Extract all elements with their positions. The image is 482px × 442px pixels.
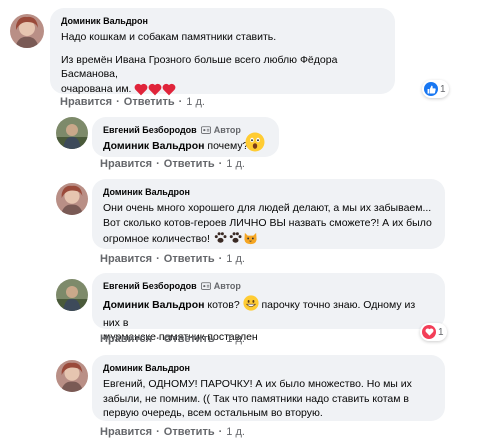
comment-text-line: огромное количество!	[103, 233, 210, 245]
comment-author[interactable]: Доминик Вальдрон	[103, 186, 434, 198]
separator: ·	[156, 333, 160, 345]
comment-author[interactable]: Доминик Вальдрон	[103, 362, 434, 374]
separator: ·	[218, 426, 223, 438]
comment-text-line: очарована им.	[61, 82, 132, 95]
comment-text-line: Евгений, ОДНОМУ! ПАРОЧКУ! А их было множ…	[103, 378, 412, 390]
comment-actions: Нравится · Ответить · 1 д.	[100, 157, 245, 171]
separator: ·	[156, 426, 160, 438]
author-badge: Автор	[200, 280, 241, 292]
comment-text: Они очень много хорошего для людей делаю…	[103, 201, 434, 250]
author-badge-label: Автор	[213, 125, 241, 135]
separator: ·	[156, 253, 160, 265]
comment-text: Из времён Ивана Грозного больше всего лю…	[61, 53, 384, 101]
author-badge: Автор	[200, 124, 241, 136]
comment-bubble: Доминик Вальдрон Они очень много хорошег…	[92, 179, 445, 249]
separator: ·	[218, 333, 223, 345]
author-badge-icon	[200, 125, 211, 134]
comment-text: Евгений, ОДНОМУ! ПАРОЧКУ! А их было множ…	[103, 377, 434, 421]
avatar-evgeny[interactable]	[56, 117, 88, 149]
like-button[interactable]: Нравится	[100, 252, 152, 266]
comment-text: Надо кошкам и собакам памятники ставить.	[61, 31, 277, 43]
comment-bubble: Доминик Вальдрон Надо кошкам и собакам п…	[50, 8, 395, 95]
mention-link[interactable]: Доминик Вальдрон	[103, 140, 204, 152]
reply-button[interactable]: Ответить	[164, 425, 215, 439]
avatar-dominik[interactable]	[56, 360, 88, 392]
reply-button[interactable]: Ответить	[164, 252, 215, 266]
comment-author[interactable]: Доминик Вальдрон	[61, 15, 384, 27]
paw-prints-icon	[228, 230, 243, 250]
comment-author-line: Евгений Безбородов Автор	[103, 124, 268, 136]
reaction-count: 1	[440, 83, 446, 95]
comment-actions: Нравится · Ответить · 1 д.	[100, 425, 245, 439]
author-badge-label: Автор	[213, 281, 241, 291]
like-button[interactable]: Нравится	[100, 332, 152, 346]
like-button[interactable]: Нравится	[60, 95, 112, 109]
avatar-evgeny[interactable]	[56, 279, 88, 311]
comment-bubble: Доминик Вальдрон Евгений, ОДНОМУ! ПАРОЧК…	[92, 355, 445, 421]
separator: ·	[218, 253, 223, 265]
comment-text-span: почему?	[204, 140, 249, 152]
heart-reaction-count[interactable]: 1	[420, 323, 447, 341]
comment-author[interactable]: Евгений Безбородов	[103, 280, 197, 292]
comment-actions: Нравится · Ответить · 1 д.	[100, 332, 245, 346]
comment-text-line: забыли, не помним. (( Так что памятники …	[103, 392, 409, 405]
comment-actions: Нравится · Ответить · 1 д.	[60, 95, 205, 109]
like-button[interactable]: Нравится	[100, 425, 152, 439]
like-icon	[424, 82, 438, 96]
cat-face-emoji-icon	[243, 230, 258, 250]
timestamp[interactable]: 1 д.	[226, 157, 245, 171]
grinning-emoji-icon	[242, 295, 259, 316]
comment-bubble: Евгений Безбородов Автор Доминик Вальдро…	[92, 273, 445, 343]
timestamp[interactable]: 1 д.	[226, 425, 245, 439]
separator: ·	[218, 158, 223, 170]
reply-button[interactable]: Ответить	[164, 157, 215, 171]
like-button[interactable]: Нравится	[100, 157, 152, 171]
reply-button[interactable]: Ответить	[124, 95, 175, 109]
comment-text-line: Из времён Ивана Грозного больше всего лю…	[61, 53, 338, 81]
reaction-count: 1	[438, 326, 444, 338]
avatar-dominik[interactable]	[10, 14, 44, 48]
mention-link[interactable]: Доминик Вальдрон	[103, 299, 204, 311]
comment-text: Доминик Вальдрон почему?	[103, 139, 268, 154]
comment-text-line: первую очередь, всем остальным во вторую…	[103, 407, 323, 419]
timestamp[interactable]: 1 д.	[226, 332, 245, 346]
timestamp[interactable]: 1 д.	[226, 252, 245, 266]
paw-prints-icon	[213, 230, 228, 250]
comment-text-span: котов?	[204, 299, 243, 311]
astonished-emoji-icon	[245, 132, 265, 157]
separator: ·	[156, 158, 160, 170]
reply-button[interactable]: Ответить	[164, 332, 215, 346]
comment-author-line: Евгений Безбородов Автор	[103, 280, 434, 292]
separator: ·	[178, 96, 183, 108]
comment-author[interactable]: Евгений Безбородов	[103, 124, 197, 136]
author-badge-icon	[200, 281, 211, 290]
comment-text-line: Они очень много хорошего для людей делаю…	[103, 202, 432, 214]
timestamp[interactable]: 1 д.	[186, 95, 205, 109]
heart-reaction-icon	[422, 325, 436, 339]
like-reaction-count[interactable]: 1	[422, 80, 449, 98]
separator: ·	[116, 96, 120, 108]
comment-text-line: Вот сколько котов-героев ЛИЧНО ВЫ назват…	[103, 216, 432, 229]
comment-actions: Нравится · Ответить · 1 д.	[100, 252, 245, 266]
avatar-dominik[interactable]	[56, 183, 88, 215]
